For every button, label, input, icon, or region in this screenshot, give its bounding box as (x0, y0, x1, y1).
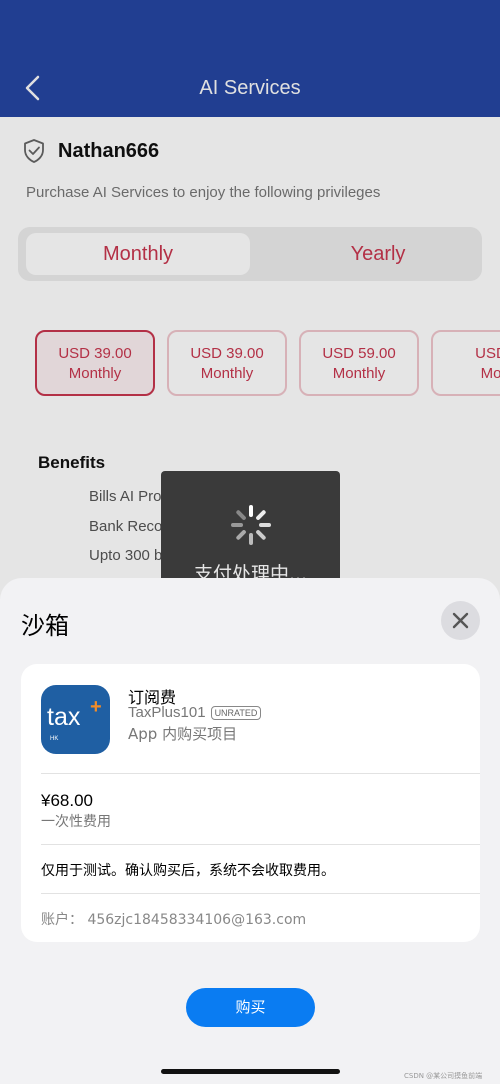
purchase-sheet: 沙箱 tax + HK 订阅费 TaxPlus101 UNRATED App 内… (0, 578, 500, 1084)
buy-button[interactable]: 购买 (186, 988, 315, 1027)
price: ¥68.00 (41, 791, 93, 810)
app-screen: AI Services Nathan666 Purchase AI Servic… (0, 0, 500, 1084)
rating-badge: UNRATED (210, 705, 262, 720)
app-icon-text: tax (47, 703, 81, 731)
divider (41, 773, 480, 774)
close-icon (452, 612, 469, 629)
purchase-details-card: tax + HK 订阅费 TaxPlus101 UNRATED App 内购买项… (21, 664, 480, 942)
app-name: TaxPlus101 (128, 704, 206, 721)
app-name-row: TaxPlus101 UNRATED (128, 704, 262, 721)
spinner-icon (231, 505, 271, 545)
account-info: 账户： 456zjc18458334106@163.com (41, 912, 307, 928)
app-icon: tax + HK (41, 685, 110, 754)
overlay-dim (0, 0, 500, 117)
app-icon-region: HK (50, 736, 59, 742)
item-type: App 内购买项目 (128, 725, 238, 743)
sandbox-notice: 仅用于测试。确认购买后，系统不会收取费用。 (41, 863, 335, 879)
close-button[interactable] (441, 601, 480, 640)
divider (41, 844, 480, 845)
sheet-title: 沙箱 (21, 612, 69, 640)
price-type: 一次性费用 (41, 814, 111, 830)
watermark: CSDN @某公司摸鱼前端 (404, 1072, 483, 1080)
home-indicator (161, 1069, 340, 1074)
divider (41, 893, 480, 894)
app-icon-plus: + (90, 696, 102, 718)
